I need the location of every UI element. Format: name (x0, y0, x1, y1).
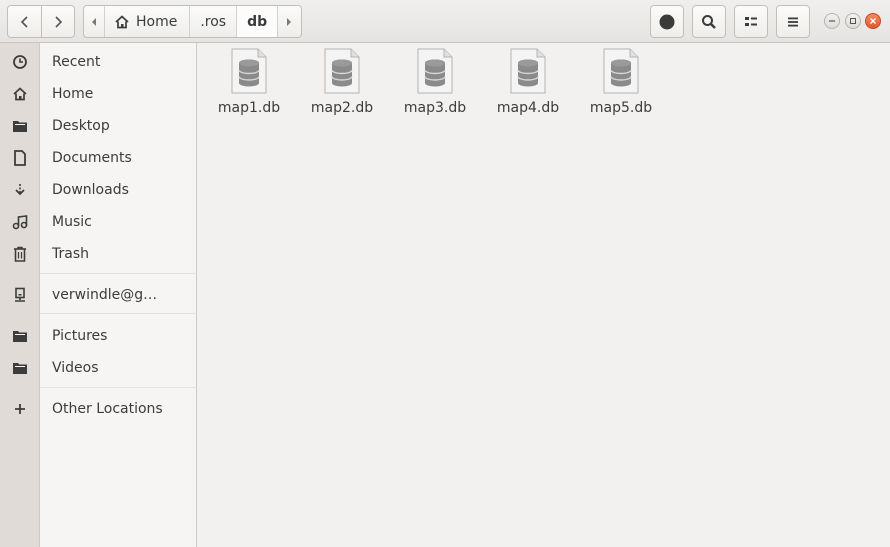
menu-button[interactable] (776, 5, 810, 38)
database-file-icon (603, 48, 639, 94)
triangle-left-icon (92, 17, 96, 26)
breadcrumb-home[interactable]: Home (104, 6, 189, 37)
search-button[interactable] (692, 5, 726, 38)
chevron-right-icon (55, 15, 63, 28)
record-button[interactable] (650, 5, 684, 38)
trash-icon (11, 245, 29, 263)
sidebar-item-other-locations[interactable]: Other Locations (0, 394, 197, 424)
sidebar-item-documents[interactable]: Documents (0, 143, 197, 173)
file-name: map3.db (403, 100, 467, 116)
document-icon (11, 149, 29, 167)
database-file-icon (324, 48, 360, 94)
sidebar-item-recent[interactable]: Recent (0, 47, 197, 77)
breadcrumb: Home .ros db (83, 5, 302, 38)
database-file-icon (510, 48, 546, 94)
file-name: map4.db (496, 100, 560, 116)
close-icon (870, 18, 876, 24)
file-name: map1.db (217, 100, 281, 116)
forward-button[interactable] (41, 5, 75, 38)
header-bar: Home .ros db (0, 0, 890, 43)
file-view: map1.db map2.db map3.db map4.db map5.db (198, 43, 890, 547)
sidebar-item-label: Trash (52, 246, 89, 262)
sidebar-item-label: Pictures (52, 328, 108, 344)
sidebar-item-trash[interactable]: Trash (0, 239, 197, 269)
sidebar-item-home[interactable]: Home (0, 79, 197, 109)
breadcrumb-home-label: Home (136, 13, 178, 30)
triangle-right-icon (286, 17, 291, 26)
network-drive-icon (11, 286, 29, 304)
sidebar-item-label: verwindle@g… (52, 287, 158, 303)
list-view-icon (745, 16, 757, 26)
sidebar-item-pictures[interactable]: Pictures (0, 321, 197, 351)
file-item[interactable]: map3.db (391, 48, 479, 120)
sidebar-item-label: Documents (52, 150, 132, 166)
record-icon (659, 14, 675, 29)
download-icon (11, 181, 29, 199)
breadcrumb-ros-label: .ros (200, 13, 227, 30)
sidebar-separator (40, 273, 197, 274)
breadcrumb-db-label: db (247, 13, 268, 30)
sidebar-item-label: Desktop (52, 118, 110, 134)
sidebar-item-label: Home (52, 86, 94, 102)
sidebar: Recent Home Desktop Documents Downloads … (0, 43, 197, 547)
path-scroll-right-button[interactable] (277, 6, 299, 37)
chevron-left-icon (20, 15, 28, 28)
sidebar-separator (40, 387, 197, 388)
sidebar-item-music[interactable]: Music (0, 207, 197, 237)
file-item[interactable]: map1.db (205, 48, 293, 120)
folder-icon (11, 359, 29, 377)
sidebar-item-desktop[interactable]: Desktop (0, 111, 197, 141)
plus-icon (11, 400, 29, 418)
sidebar-item-label: Recent (52, 54, 101, 70)
search-icon (702, 14, 716, 29)
close-button[interactable] (865, 13, 881, 29)
sidebar-item-label: Other Locations (52, 401, 163, 417)
sidebar-item-label: Downloads (52, 182, 129, 198)
sidebar-item-label: Music (52, 214, 92, 230)
folder-icon (11, 327, 29, 345)
sidebar-item-network-drive[interactable]: verwindle@g… (0, 280, 197, 310)
minimize-icon (829, 20, 835, 22)
file-item[interactable]: map5.db (577, 48, 665, 120)
maximize-icon (850, 18, 856, 24)
file-name: map2.db (310, 100, 374, 116)
music-icon (11, 213, 29, 231)
file-item[interactable]: map2.db (298, 48, 386, 120)
recent-icon (11, 53, 29, 71)
file-item[interactable]: map4.db (484, 48, 572, 120)
database-file-icon (231, 48, 267, 94)
folder-icon (11, 117, 29, 135)
sidebar-item-downloads[interactable]: Downloads (0, 175, 197, 205)
hamburger-icon (788, 17, 798, 26)
path-scroll-left-button[interactable] (84, 6, 104, 37)
database-file-icon (417, 48, 453, 94)
home-icon (11, 85, 29, 103)
home-icon (115, 14, 129, 28)
back-button[interactable] (7, 5, 42, 38)
file-name: map5.db (589, 100, 653, 116)
view-toggle-button[interactable] (734, 5, 768, 38)
sidebar-separator (40, 313, 197, 314)
sidebar-item-videos[interactable]: Videos (0, 353, 197, 383)
breadcrumb-db[interactable]: db (236, 6, 278, 37)
sidebar-item-label: Videos (52, 360, 99, 376)
maximize-button[interactable] (845, 13, 861, 29)
breadcrumb-ros[interactable]: .ros (189, 6, 236, 37)
minimize-button[interactable] (824, 13, 840, 29)
